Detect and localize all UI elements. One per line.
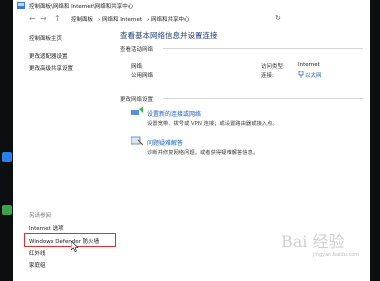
- title-bar: 控制面板\网络和 Internet\网络和共享中心: [13, 0, 370, 11]
- see-also-homegroup[interactable]: 家庭组: [29, 261, 46, 269]
- mouse-cursor-icon: [71, 241, 79, 252]
- back-button[interactable]: ←: [29, 14, 36, 23]
- baidu-watermark: Bai 经验: [281, 232, 345, 251]
- section-divider: [163, 98, 363, 99]
- see-also-infrared[interactable]: 红外线: [29, 249, 46, 257]
- see-also-internet-options[interactable]: Internet 选项: [29, 224, 64, 232]
- forward-button[interactable]: →: [40, 14, 47, 23]
- ethernet-icon: [298, 71, 304, 78]
- breadcrumb-item[interactable]: 网络和 Internet: [102, 17, 142, 23]
- window-title: 控制面板\网络和 Internet\网络和共享中心: [29, 4, 134, 10]
- new-connection-icon: [131, 107, 143, 115]
- refresh-icon[interactable]: ↻: [275, 14, 281, 22]
- troubleshoot-icon: [131, 136, 143, 146]
- desktop-right-edge: [370, 0, 380, 281]
- up-button[interactable]: ↑: [54, 14, 61, 23]
- page-title: 查看基本网络信息并设置连接: [120, 31, 218, 40]
- breadcrumb-item[interactable]: 网络和共享中心: [151, 17, 190, 23]
- network-type-link[interactable]: 公用网络: [131, 71, 153, 79]
- sidebar-item-change-adapter-settings[interactable]: 更改适配器设置: [29, 52, 68, 60]
- troubleshoot-problems-link[interactable]: 问题疑难解答: [147, 138, 183, 147]
- setup-new-connection-desc: 设置宽带、拨号或 VPN 连接；或设置路由器或接入点。: [147, 121, 278, 127]
- network-name: 网络: [131, 64, 143, 70]
- access-type-value: Internet: [298, 62, 320, 68]
- breadcrumb-item[interactable]: 控制面板: [71, 17, 93, 23]
- control-panel-icon: [17, 2, 25, 9]
- breadcrumb[interactable]: 控制面板 › 网络和 Internet › 网络和共享中心: [71, 15, 195, 23]
- setup-new-connection-link[interactable]: 设置新的连接或网络: [147, 109, 201, 118]
- desktop-app-icon[interactable]: [2, 152, 12, 162]
- access-type-label: 访问类型:: [261, 64, 285, 70]
- desktop-app-icon[interactable]: [2, 205, 12, 215]
- desktop-left-edge: [0, 0, 13, 281]
- section-divider: [163, 48, 363, 49]
- change-network-settings-label: 更改网络设置: [120, 97, 154, 103]
- baidu-watermark-url: jingyan.baidu.com: [313, 252, 360, 258]
- active-networks-label: 查看活动网络: [120, 47, 154, 53]
- see-also-header: 另请参阅: [29, 213, 52, 219]
- control-panel-window: 控制面板\网络和 Internet\网络和共享中心 ← → ↑ 控制面板 › 网络…: [13, 0, 370, 281]
- ethernet-connection-link[interactable]: 以太网: [305, 71, 322, 79]
- connections-label: 连接:: [261, 73, 274, 79]
- sidebar-item-advanced-sharing-settings[interactable]: 更改高级共享设置: [29, 64, 73, 72]
- highlight-box: [24, 233, 116, 247]
- troubleshoot-problems-desc: 诊断并修复网络问题，或者获得疑难解答信息。: [147, 150, 259, 156]
- sidebar-item-control-panel-home[interactable]: 控制面板主页: [29, 34, 62, 42]
